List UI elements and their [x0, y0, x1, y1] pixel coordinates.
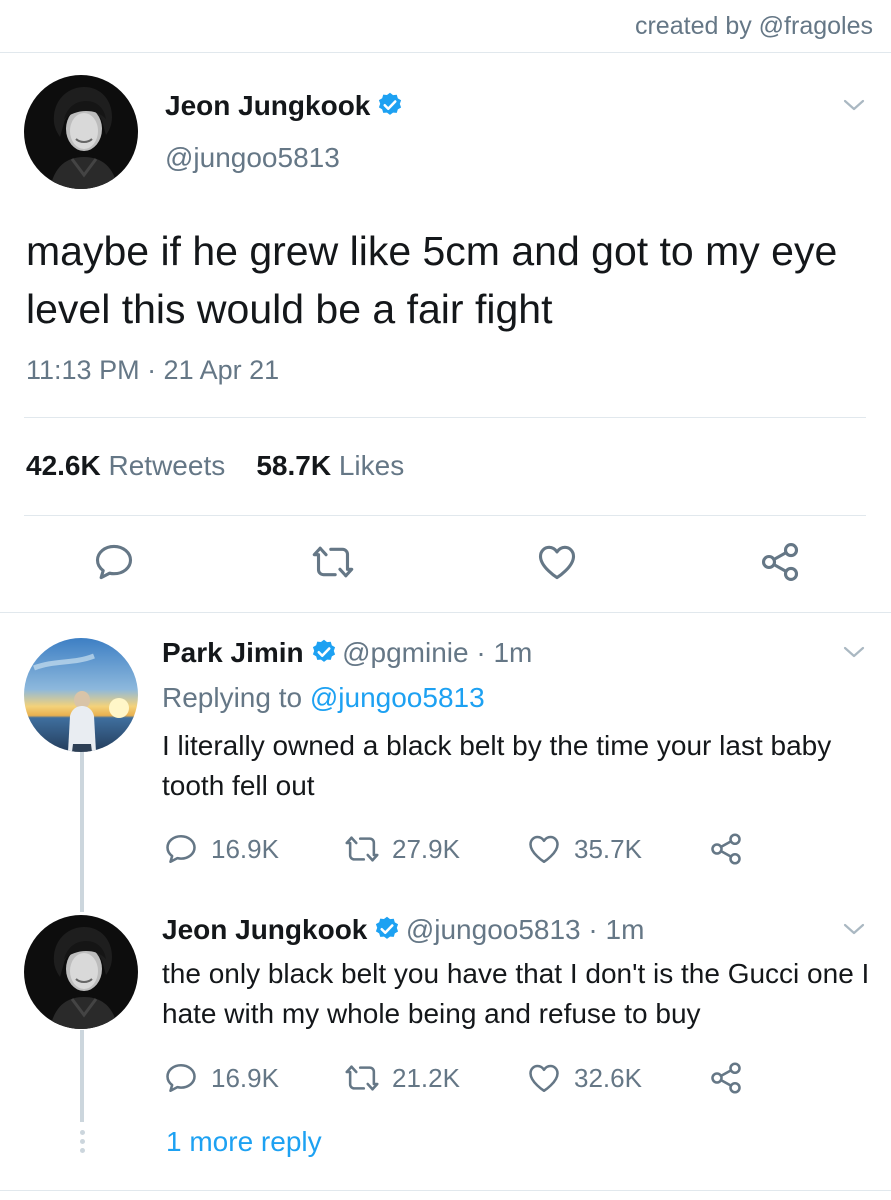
author-name[interactable]: Jeon Jungkook [165, 90, 404, 122]
reply-header: Jeon Jungkook @jungoo5813 · 1m [162, 914, 644, 946]
retweet-count: 21.2K [392, 1062, 460, 1093]
thread-line [80, 752, 84, 912]
divider [0, 1190, 891, 1191]
chevron-down-icon[interactable] [843, 922, 865, 936]
chevron-down-icon[interactable] [843, 645, 865, 659]
retweet-icon [344, 1060, 380, 1096]
thread-dots [80, 1130, 86, 1157]
chevron-down-icon[interactable] [843, 98, 865, 112]
avatar[interactable] [24, 915, 138, 1029]
replying-to: Replying to @jungoo5813 [162, 682, 485, 714]
retweet-icon [344, 831, 380, 867]
verified-badge-icon [376, 91, 404, 119]
avatar-image [24, 915, 138, 1029]
thread-line [80, 1030, 84, 1122]
verified-badge-icon [310, 638, 338, 666]
retweets-stat[interactable]: 42.6K Retweets [26, 450, 225, 481]
divider [24, 515, 866, 516]
retweets-count: 42.6K [26, 450, 101, 481]
reply-handle-time[interactable]: @jungoo5813 · 1m [406, 914, 645, 945]
tweet-stats: 42.6K Retweets 58.7K Likes [26, 450, 404, 482]
replying-to-label: Replying to [162, 682, 303, 713]
retweet-action[interactable]: 27.9K [344, 831, 460, 867]
reply-action[interactable]: 16.9K [163, 1060, 279, 1096]
reply-handle-time[interactable]: @pgminie · 1m [342, 637, 532, 668]
divider [24, 417, 866, 418]
likes-count: 58.7K [256, 450, 332, 481]
more-replies-link[interactable]: 1 more reply [166, 1126, 322, 1158]
credit-text: created by @fragoles [634, 12, 873, 40]
retweet-action[interactable]: 21.2K [344, 1060, 460, 1096]
reply-text: the only black belt you have that I don'… [162, 958, 870, 1029]
divider [0, 612, 891, 613]
avatar[interactable] [24, 75, 138, 189]
likes-label: Likes [338, 450, 405, 481]
share-icon[interactable] [758, 540, 802, 584]
reply-text: I literally owned a black belt by the ti… [162, 730, 832, 801]
share-action[interactable] [708, 831, 756, 867]
author-name-text: Jeon Jungkook [165, 90, 371, 121]
retweet-count: 27.9K [392, 833, 460, 864]
reply-action[interactable]: 16.9K [163, 831, 279, 867]
like-action[interactable]: 35.7K [526, 831, 642, 867]
likes-stat[interactable]: 58.7K Likes [256, 450, 404, 481]
share-icon [708, 1060, 744, 1096]
share-action[interactable] [708, 1060, 756, 1096]
retweet-icon[interactable] [311, 540, 355, 584]
reply-icon[interactable] [92, 540, 136, 584]
reply-author-name[interactable]: Jeon Jungkook [162, 914, 367, 945]
reply-count: 16.9K [211, 833, 279, 864]
verified-badge-icon [373, 915, 401, 943]
like-icon [526, 831, 562, 867]
like-count: 32.6K [574, 1062, 642, 1093]
reply-header: Park Jimin @pgminie · 1m [162, 637, 532, 669]
avatar-image [24, 75, 138, 189]
like-icon [526, 1060, 562, 1096]
retweets-label: Retweets [108, 450, 226, 481]
reply-count: 16.9K [211, 1062, 279, 1093]
reply-icon [163, 831, 199, 867]
tweet-text: maybe if he grew like 5cm and got to my … [26, 228, 838, 332]
divider [0, 52, 891, 53]
tweet-timestamp[interactable]: 11:13 PM · 21 Apr 21 [26, 355, 279, 386]
author-handle[interactable]: @jungoo5813 [165, 142, 340, 174]
share-icon [708, 831, 744, 867]
replying-to-handle[interactable]: @jungoo5813 [310, 682, 485, 713]
like-icon[interactable] [535, 540, 579, 584]
like-action[interactable]: 32.6K [526, 1060, 642, 1096]
avatar-image [24, 638, 138, 752]
avatar[interactable] [24, 638, 138, 752]
like-count: 35.7K [574, 833, 642, 864]
reply-icon [163, 1060, 199, 1096]
reply-author-name[interactable]: Park Jimin [162, 637, 304, 668]
